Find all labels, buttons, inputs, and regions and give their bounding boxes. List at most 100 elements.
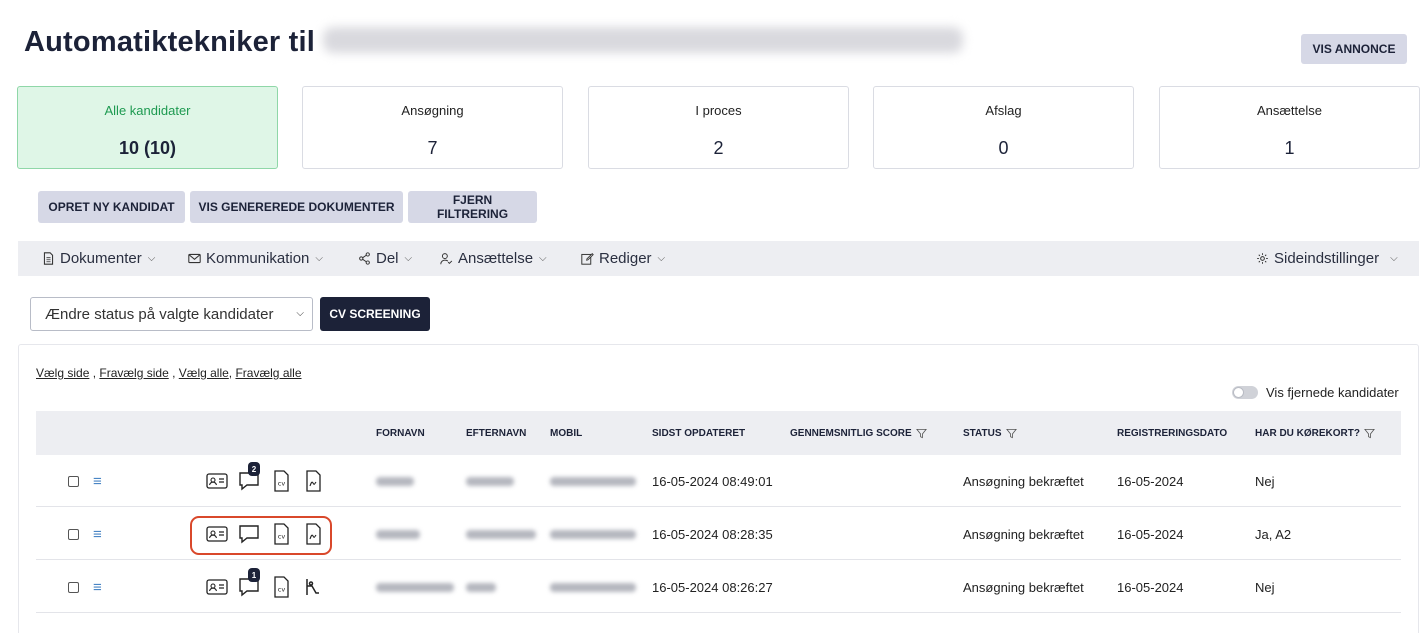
chevron-down-icon: ⌵	[657, 253, 666, 264]
row-checkbox-cell	[68, 561, 79, 613]
status-select[interactable]: Ændre status på valgte kandidater ⌵	[30, 297, 313, 331]
vis-fjernede-toggle[interactable]: Vis fjernede kandidater	[1232, 385, 1399, 400]
col-mobil[interactable]: MOBIL	[550, 411, 582, 455]
messages-icon[interactable]: 1	[238, 568, 260, 598]
stat-value: 2	[713, 138, 724, 158]
user-check-icon	[440, 253, 453, 265]
vis-genererede-dokumenter-button[interactable]: VIS GENEREREDE DOKUMENTER	[190, 191, 403, 223]
stat-card-afslag[interactable]: Afslag 0	[873, 86, 1134, 169]
col-registreringsdato[interactable]: REGISTRERINGSDATO	[1117, 411, 1227, 455]
table-header: FORNAVN EFTERNAVN MOBIL SIDST OPDATERET …	[36, 411, 1401, 455]
hamburger-menu-icon[interactable]: ≡	[93, 526, 102, 543]
toolbar-kommunikation[interactable]: Kommunikation ⌵	[188, 241, 323, 276]
toolbar-dokumenter-label: Dokumenter	[60, 250, 142, 267]
cell-korekort: Nej	[1255, 473, 1275, 489]
filter-icon[interactable]	[1364, 428, 1375, 439]
toolbar-sideindstillinger[interactable]: Sideindstillinger ⌵	[1256, 241, 1398, 276]
filter-icon[interactable]	[1005, 428, 1017, 439]
status-select-value: Ændre status på valgte kandidater	[45, 305, 274, 323]
stat-card-ansaettelse[interactable]: Ansættelse 1	[1159, 86, 1420, 169]
fjern-filtrering-button[interactable]: FJERN FILTRERING	[408, 191, 537, 223]
document-icon	[43, 252, 54, 265]
row-menu-cell: ≡	[93, 455, 102, 507]
toolbar-ansaettelse[interactable]: Ansættelse ⌵	[440, 241, 547, 276]
col-efternavn[interactable]: EFTERNAVN	[466, 411, 526, 455]
cell-registreringsdato: 16-05-2024	[1117, 526, 1184, 542]
row-checkbox[interactable]	[68, 475, 79, 487]
cell-korekort: Nej	[1255, 579, 1275, 595]
toolbar: Dokumenter ⌵ Kommunikation ⌵ Del ⌵ Ansættel…	[18, 241, 1419, 276]
col-score[interactable]: GENNEMSNITLIG SCORE	[790, 411, 927, 455]
toggle-switch[interactable]	[1232, 386, 1258, 399]
cell-mobil	[550, 508, 636, 560]
chevron-down-icon: ⌵	[315, 253, 323, 264]
cell-registreringsdato: 16-05-2024	[1117, 579, 1184, 595]
filter-icon[interactable]	[915, 428, 927, 439]
cell-efternavn	[466, 508, 536, 560]
cell-efternavn	[466, 561, 496, 613]
redacted-title-part	[323, 27, 964, 54]
toolbar-dokumenter[interactable]: Dokumenter ⌵	[42, 241, 155, 276]
redacted-first-name	[376, 476, 414, 486]
messages-icon[interactable]: 2	[238, 462, 260, 492]
col-status-label: STATUS	[963, 427, 1002, 439]
chevron-down-icon: ⌵	[147, 253, 156, 264]
vis-annonce-button[interactable]: VIS ANNONCE	[1301, 34, 1407, 64]
chevron-down-icon: ⌵	[404, 253, 413, 264]
stat-label: Afslag	[985, 103, 1022, 118]
toolbar-ansaettelse-label: Ansættelse	[458, 250, 534, 267]
toggle-label: Vis fjernede kandidater	[1266, 385, 1399, 400]
row-checkbox-cell	[68, 455, 79, 507]
opret-ny-kandidat-button[interactable]: OPRET NY KANDIDAT	[38, 191, 185, 223]
col-sidst-opdateret[interactable]: SIDST OPDATERET	[652, 411, 745, 455]
hamburger-menu-icon[interactable]: ≡	[93, 579, 102, 596]
cell-fornavn	[376, 508, 420, 560]
row-action-icons: 2 cv	[206, 455, 324, 507]
envelope-icon	[188, 253, 201, 264]
row-checkbox-cell	[68, 508, 79, 560]
stat-value: 10 (10)	[118, 138, 177, 158]
stat-card-i-proces[interactable]: I proces 2	[588, 86, 849, 169]
stat-value: 0	[998, 138, 1009, 158]
table-row[interactable]: ≡ 2 cv 16-05-2024 08:49:01 Ansøgning bek…	[36, 455, 1401, 507]
cv-file-icon[interactable]: cv	[270, 576, 292, 598]
contact-card-icon[interactable]	[206, 470, 228, 492]
signed-document-icon[interactable]	[302, 470, 324, 492]
row-checkbox[interactable]	[68, 581, 79, 593]
stat-card-ansoegning[interactable]: Ansøgning 7	[302, 86, 563, 169]
col-fornavn[interactable]: FORNAVN	[376, 411, 425, 455]
fravaelg-alle-link[interactable]: Fravælg alle	[235, 366, 301, 380]
cell-mobil	[550, 455, 636, 507]
stat-card-alle-kandidater[interactable]: Alle kandidater 10 (10)	[17, 86, 278, 169]
cell-status: Ansøgning bekræftet	[963, 526, 1084, 542]
toolbar-kommunikation-label: Kommunikation	[206, 250, 310, 267]
stat-value: 1	[1284, 138, 1295, 158]
table-row[interactable]: ≡ 1 cv 16-05-2024 08:26:27 Ansøgning bek…	[36, 561, 1401, 613]
col-korekort[interactable]: HAR DU KØREKORT?	[1255, 411, 1375, 455]
stat-label: Ansøgning	[401, 103, 464, 118]
cv-file-icon[interactable]: cv	[270, 470, 292, 492]
accessibility-icon[interactable]	[302, 576, 324, 598]
cell-fornavn	[376, 455, 414, 507]
toolbar-rediger-label: Rediger	[599, 250, 652, 267]
contact-card-icon[interactable]	[206, 576, 228, 598]
cell-sidst-opdateret: 16-05-2024 08:28:35	[652, 526, 773, 542]
selection-links: Vælg side , Fravælg side , Vælg alle, Fr…	[36, 366, 302, 380]
fravaelg-side-link[interactable]: Fravælg side	[99, 366, 168, 380]
toolbar-del[interactable]: Del ⌵	[358, 241, 412, 276]
cv-screening-button[interactable]: CV SCREENING	[320, 297, 430, 331]
row-menu-cell: ≡	[93, 508, 102, 560]
vaelg-side-link[interactable]: Vælg side	[36, 366, 89, 380]
vaelg-alle-link[interactable]: Vælg alle	[179, 366, 229, 380]
hamburger-menu-icon[interactable]: ≡	[93, 473, 102, 490]
row-checkbox[interactable]	[68, 528, 79, 540]
redacted-last-name	[466, 529, 536, 539]
chevron-down-icon: ⌵	[539, 253, 547, 264]
toolbar-rediger[interactable]: Rediger ⌵	[581, 241, 665, 276]
col-status[interactable]: STATUS	[963, 411, 1017, 455]
cell-korekort: Ja, A2	[1255, 526, 1292, 542]
redacted-first-name	[376, 529, 420, 539]
row-menu-cell: ≡	[93, 561, 102, 613]
toolbar-del-label: Del	[376, 250, 399, 267]
message-count-badge: 2	[248, 462, 260, 476]
